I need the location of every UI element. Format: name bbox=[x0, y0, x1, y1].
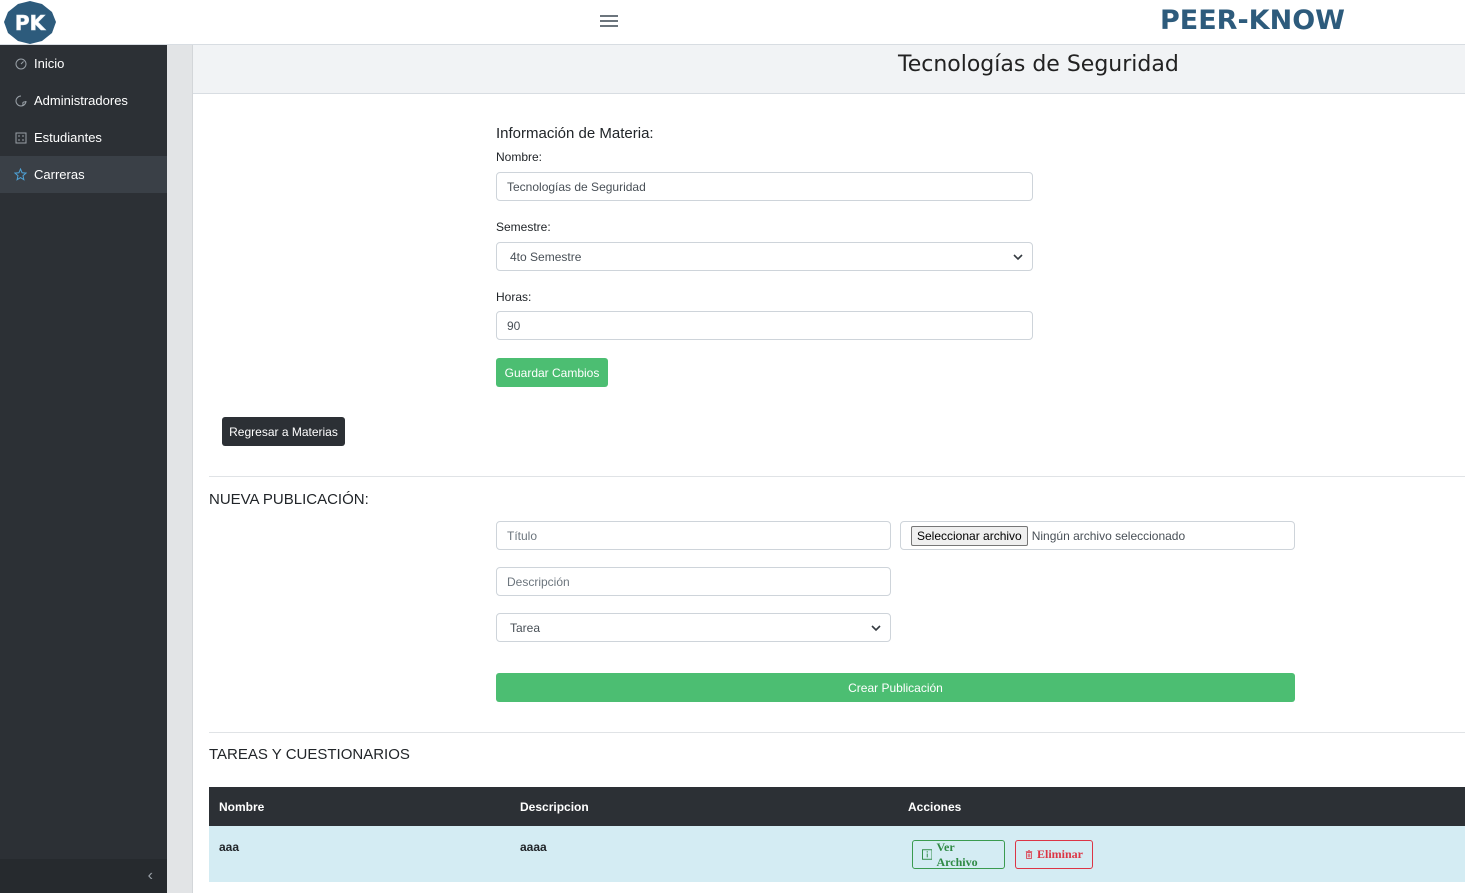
brand-title: PEER-KNOW bbox=[1160, 5, 1345, 36]
palette-icon bbox=[14, 94, 27, 107]
semestre-selected-value: 4to Semestre bbox=[510, 249, 582, 264]
regresar-materias-button[interactable]: Regresar a Materias bbox=[222, 417, 345, 446]
info-icon bbox=[922, 849, 933, 860]
column-header-acciones: Acciones bbox=[908, 800, 962, 814]
materia-info-heading: Información de Materia: bbox=[496, 125, 654, 142]
chevron-down-icon bbox=[871, 625, 881, 632]
sidebar-item-label: Carreras bbox=[34, 167, 85, 182]
sidebar-item-administradores[interactable]: Administradores bbox=[0, 82, 167, 119]
calculator-icon bbox=[14, 131, 27, 144]
nueva-publicacion-heading: NUEVA PUBLICACIÓN: bbox=[209, 491, 369, 508]
eliminar-button[interactable]: Eliminar bbox=[1015, 840, 1093, 869]
nombre-label: Nombre: bbox=[496, 150, 543, 164]
tipo-select[interactable]: Tarea bbox=[496, 613, 891, 642]
table-row: aaa aaaa Ver Archivo Eliminar bbox=[209, 826, 1465, 882]
content-gutter bbox=[167, 45, 193, 893]
semestre-select[interactable]: 4to Semestre bbox=[496, 242, 1033, 271]
top-navbar: PK PEER-KNOW bbox=[0, 0, 1465, 45]
tipo-selected-value: Tarea bbox=[510, 620, 541, 635]
column-header-descripcion: Descripcion bbox=[520, 800, 589, 814]
sidebar: Inicio Administradores Estudiantes Carre… bbox=[0, 45, 167, 893]
star-icon bbox=[14, 168, 27, 181]
sidebar-item-label: Administradores bbox=[34, 93, 128, 108]
tareas-heading: TAREAS Y CUESTIONARIOS bbox=[209, 746, 410, 763]
sidebar-item-label: Inicio bbox=[34, 56, 65, 71]
crear-publicacion-button[interactable]: Crear Publicación bbox=[496, 673, 1295, 702]
cell-nombre: aaa bbox=[219, 840, 240, 854]
ver-archivo-label: Ver Archivo bbox=[936, 839, 978, 869]
sidebar-item-estudiantes[interactable]: Estudiantes bbox=[0, 119, 167, 156]
logo-icon[interactable]: PK bbox=[2, 0, 58, 44]
trash-icon bbox=[1025, 850, 1033, 859]
chevron-left-icon[interactable]: ‹ bbox=[148, 867, 153, 885]
file-status: Ningún archivo seleccionado bbox=[1031, 528, 1186, 543]
sidebar-item-label: Estudiantes bbox=[34, 130, 102, 145]
sidebar-item-carreras[interactable]: Carreras bbox=[0, 156, 167, 193]
file-input[interactable]: Seleccionar archivo Ningún archivo selec… bbox=[900, 521, 1295, 550]
table-header: Nombre Descripcion Acciones bbox=[209, 787, 1465, 826]
menu-toggle-icon[interactable] bbox=[598, 12, 620, 34]
semestre-label: Semestre: bbox=[496, 220, 551, 234]
column-header-nombre: Nombre bbox=[219, 800, 265, 814]
page-title: Tecnologías de Seguridad bbox=[898, 52, 1179, 77]
logo-text: PK bbox=[15, 11, 47, 35]
horas-label: Horas: bbox=[496, 290, 532, 304]
sidebar-footer: ‹ bbox=[0, 859, 167, 893]
divider bbox=[209, 732, 1465, 733]
sidebar-item-inicio[interactable]: Inicio bbox=[0, 45, 167, 82]
descripcion-input[interactable]: Descripción bbox=[496, 567, 891, 596]
titulo-input[interactable]: Título bbox=[496, 521, 891, 550]
horas-input[interactable]: 90 bbox=[496, 311, 1033, 340]
chevron-down-icon bbox=[1013, 254, 1023, 261]
divider bbox=[209, 476, 1465, 477]
ver-archivo-button[interactable]: Ver Archivo bbox=[912, 840, 1005, 869]
guardar-cambios-button[interactable]: Guardar Cambios bbox=[496, 358, 608, 387]
eliminar-label: Eliminar bbox=[1036, 847, 1083, 861]
page-header: Tecnologías de Seguridad bbox=[193, 45, 1465, 94]
select-file-button[interactable]: Seleccionar archivo bbox=[911, 525, 1028, 546]
cell-descripcion: aaaa bbox=[520, 840, 547, 854]
nombre-input[interactable]: Tecnologías de Seguridad bbox=[496, 172, 1033, 201]
gauge-icon bbox=[14, 57, 27, 70]
